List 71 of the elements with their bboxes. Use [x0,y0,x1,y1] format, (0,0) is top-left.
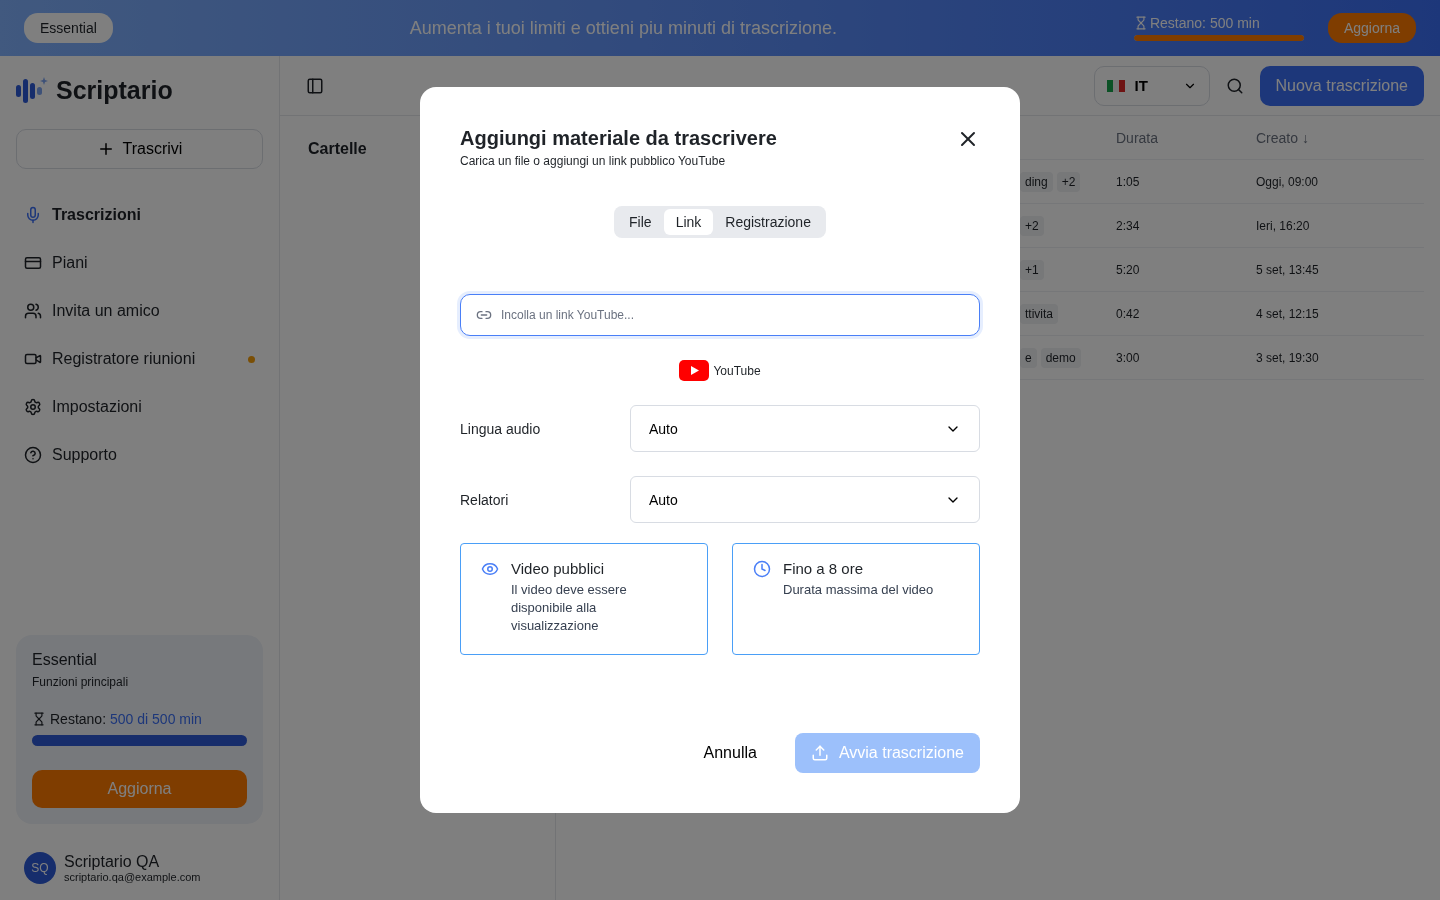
hourglass-icon [1133,16,1148,30]
tag: ttivita [1020,303,1058,324]
duration-cell-text: 5:20 [1116,262,1141,277]
created-cell-text: 4 set, 12:15 [1256,306,1320,321]
settings-icon [24,398,42,416]
plan-subtitle: Funzioni principali [32,675,130,689]
tab[interactable]: Registrazione [713,209,823,235]
nav-item[interactable]: Trascrizioni [16,191,263,239]
brand-name: Scriptario [56,76,173,105]
info-title: Video pubblici [511,560,606,577]
plan-name: Essential [32,651,98,669]
source-label: YouTube [713,363,761,378]
nav-item[interactable]: Registratore riunioni [16,335,263,383]
info-text: Durata massima del video [783,581,934,599]
duration-cell-text: 1:05 [1116,174,1141,189]
select-field[interactable]: Auto [630,476,980,523]
tag: e [1020,347,1037,368]
created-cell-text: 5 set, 13:45 [1256,262,1320,277]
users-icon [24,302,42,320]
tag: +1 [1020,259,1044,280]
nav-item[interactable]: Invita un amico [16,287,263,335]
search-icon[interactable] [1225,76,1244,95]
remaining-minutes: Restano: 500 min [1149,15,1260,31]
duration-cell-text: 3:00 [1116,350,1141,365]
nav-item[interactable]: Piani [16,239,263,287]
language-select[interactable]: IT [1093,65,1210,106]
dialog-subtitle: Carica un file o aggiungi un link pubblico YouTube [460,154,727,168]
banner-message: Aumenta i tuoi limiti e ottieni piu minuti di trascrizione. [408,17,838,39]
dialog-title: Aggiungi materiale da trascrivere [460,127,777,150]
transcribe-button[interactable]: Trascrivi [16,129,263,169]
tag: demo [1040,347,1081,368]
duration-cell-text: 0:42 [1116,306,1141,321]
column-header[interactable]: Durata [1116,129,1256,146]
user-email: scriptario.qa@example.com [64,871,201,883]
field-label: Relatori [460,491,510,508]
upload-icon [810,744,829,762]
select-field[interactable]: Auto [630,405,980,452]
tag: ding [1020,171,1053,192]
column-header[interactable]: Creato ↓ [1256,129,1424,146]
folders-title: Cartelle [308,140,367,157]
tab[interactable]: Link [663,209,714,235]
nav-item[interactable]: Supporto [16,431,263,479]
new-transcription-button[interactable]: Nuova trascrizione [1259,65,1424,106]
card-icon [24,254,42,272]
cancel-button[interactable]: Annulla [697,743,763,763]
tag: +2 [1020,215,1044,236]
play-logo-icon [679,360,710,381]
created-cell-text: Ieri, 16:20 [1256,218,1311,233]
field-label: Lingua audio [460,420,542,437]
tag: +2 [1056,171,1081,192]
user-name: Scriptario QA [64,853,161,871]
nav-item[interactable]: Impostazioni [16,383,263,431]
logo-icon [16,76,48,105]
info-text: Il video deve essere disponibile alla visualizzazione [511,581,628,635]
remaining-value: 500 di 500 min [110,711,202,727]
help-icon [24,446,42,464]
user-avatar[interactable]: SQ [24,852,56,884]
created-cell-text: Oggi, 09:00 [1256,174,1320,189]
sidebar-toggle-icon[interactable] [306,76,324,95]
eye-icon [481,560,499,578]
remaining-label: Restano: [50,711,107,727]
clock-icon [753,560,771,578]
info-title: Fino a 8 ore [783,560,865,577]
hourglass-icon [32,712,46,726]
duration-cell-text: 2:34 [1116,218,1141,233]
link-field[interactable]: Incolla un link YouTube... [460,294,980,336]
microphone-icon [24,206,42,224]
flag-icon [1106,79,1125,92]
created-cell-text: 3 set, 19:30 [1256,350,1320,365]
plan-badge: Essential [24,13,113,43]
tab[interactable]: File [617,209,664,235]
